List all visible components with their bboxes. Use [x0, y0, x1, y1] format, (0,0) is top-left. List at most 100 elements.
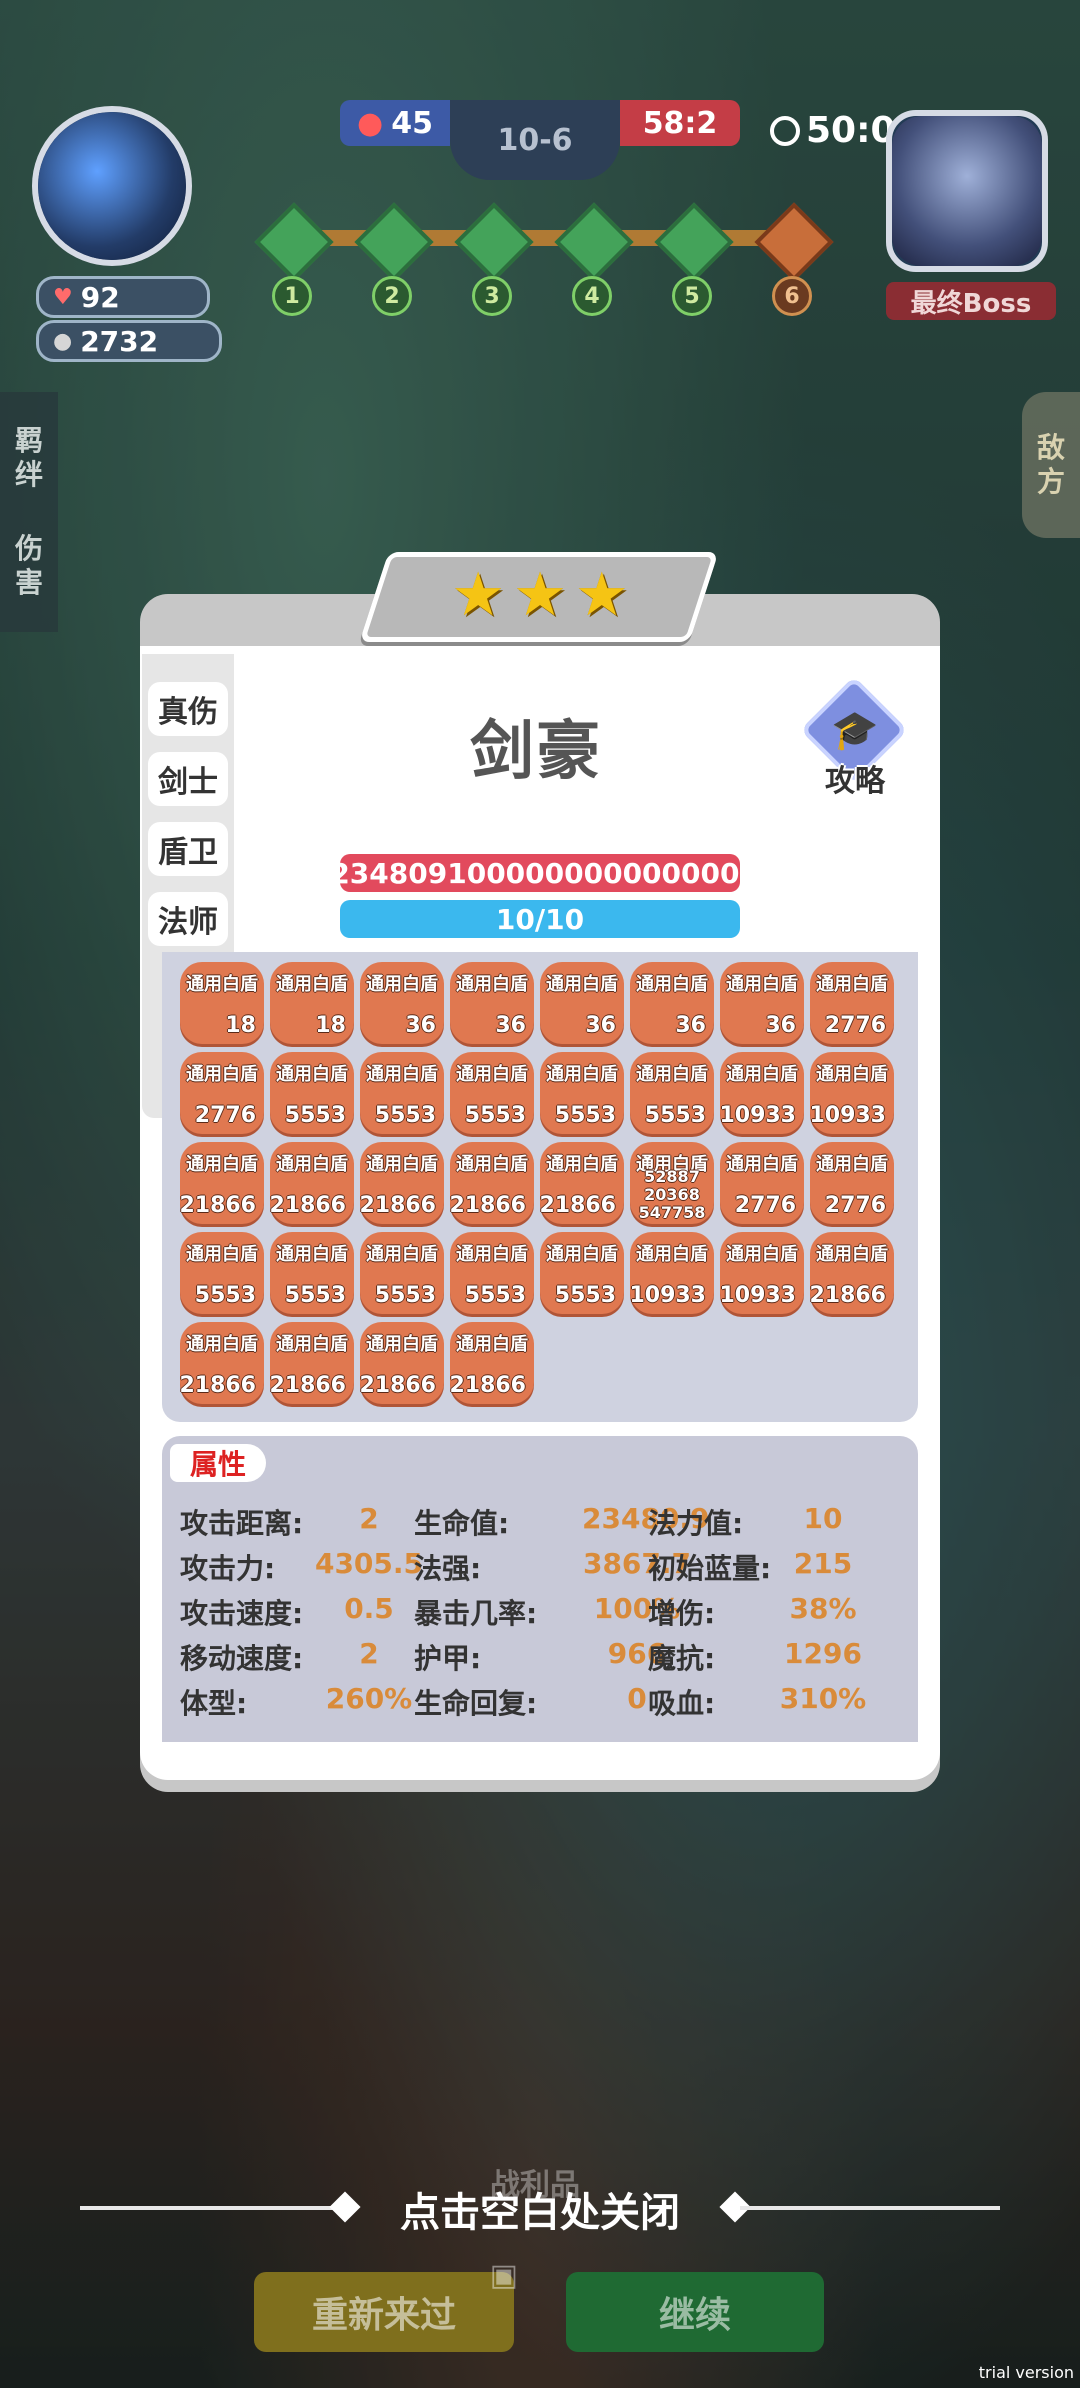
class-tag-swordsman[interactable]: 剑士 [148, 752, 228, 806]
equipment-item-value: 5553 [464, 1283, 526, 1308]
equipment-item-name: 通用白盾 [636, 1064, 708, 1085]
equipment-item[interactable]: 通用白盾 21866 [359, 1142, 444, 1224]
attribute-key: 生命值: [414, 1507, 510, 1540]
strategy-guide-label: 攻略 [825, 764, 885, 799]
equipment-item-name: 通用白盾 [456, 974, 528, 995]
equipment-item[interactable]: 通用白盾 18 [270, 962, 354, 1044]
equipment-item[interactable]: 通用白盾 21866 [269, 1322, 354, 1404]
player-avatar[interactable] [32, 106, 192, 266]
equipment-item[interactable]: 通用白盾 5553 [270, 1232, 354, 1314]
attribute-entry: 增伤: 38% [648, 1592, 878, 1632]
equipment-item-value: 5553 [284, 1283, 346, 1308]
player-hp-chip: ♥ 92 [36, 276, 210, 318]
equipment-item[interactable]: 通用白盾 5553 [540, 1052, 624, 1134]
class-tag-true-damage[interactable]: 真伤 [148, 682, 228, 736]
equipment-item[interactable]: 通用白盾 36 [360, 962, 444, 1044]
bonds-tab[interactable]: 羁 绊 伤 害 [0, 392, 58, 632]
progress-node-number: 2 [372, 276, 412, 316]
player-hp-value: 92 [80, 280, 120, 314]
heart-icon: ♥ [53, 284, 73, 310]
continue-button[interactable]: 继续 [566, 2272, 824, 2352]
equipment-item-value: 21866 [179, 1193, 256, 1218]
hint-divider-right [740, 2206, 1000, 2210]
hero-name: 剑豪 [470, 715, 602, 789]
enemy-tab[interactable]: 敌 方 [1022, 392, 1080, 538]
equipment-item-name: 通用白盾 [276, 1154, 348, 1175]
attribute-key: 法强: [414, 1552, 482, 1585]
equipment-item[interactable]: 通用白盾 52887 20368 547758 [630, 1142, 714, 1224]
attribute-entry: 攻击速度: 0.5 [180, 1592, 410, 1632]
attribute-value: 2 [359, 1637, 379, 1670]
equipment-item[interactable]: 通用白盾 21866 [179, 1142, 264, 1224]
attribute-value: 0.5 [344, 1592, 394, 1625]
equipment-item[interactable]: 通用白盾 5553 [450, 1052, 534, 1134]
graduation-cap-icon: 🎓 [831, 708, 879, 752]
equipment-item[interactable]: 通用白盾 2776 [810, 962, 894, 1044]
attribute-value: 215 [793, 1547, 853, 1580]
attribute-entry: 暴击几率: 100% [414, 1592, 680, 1632]
equipment-item[interactable]: 通用白盾 5553 [450, 1232, 534, 1314]
equipment-item[interactable]: 通用白盾 2776 [180, 1052, 264, 1134]
class-tag-guardian[interactable]: 盾卫 [148, 822, 228, 876]
equipment-item[interactable]: 通用白盾 36 [630, 962, 714, 1044]
equipment-item[interactable]: 通用白盾 10933 [719, 1052, 804, 1134]
equipment-item-name: 通用白盾 [186, 974, 258, 995]
equipment-item[interactable]: 通用白盾 2776 [720, 1142, 804, 1224]
equipment-item[interactable]: 通用白盾 5553 [630, 1052, 714, 1134]
equipment-item[interactable]: 通用白盾 10933 [719, 1232, 804, 1314]
equipment-item[interactable]: 通用白盾 5553 [180, 1232, 264, 1314]
equipment-item[interactable]: 通用白盾 21866 [539, 1142, 624, 1224]
attribute-value: 10 [803, 1502, 843, 1535]
trial-watermark: trial version [978, 2363, 1074, 2382]
equipment-item[interactable]: 通用白盾 10933 [629, 1232, 714, 1314]
boss-avatar[interactable] [886, 110, 1048, 272]
equipment-item[interactable]: 通用白盾 5553 [360, 1232, 444, 1314]
equipment-item-value: 5553 [644, 1103, 706, 1128]
equipment-item[interactable]: 通用白盾 18 [180, 962, 264, 1044]
bonds-tab-char: 羁 [14, 424, 43, 457]
class-tag-mage[interactable]: 法师 [148, 892, 228, 946]
equipment-item-name: 通用白盾 [366, 1064, 438, 1085]
equipment-item[interactable]: 通用白盾 36 [720, 962, 804, 1044]
attribute-key: 攻击力: [180, 1552, 276, 1585]
equipment-item[interactable]: 通用白盾 21866 [449, 1142, 534, 1224]
progress-node-number: 4 [572, 276, 612, 316]
retry-button[interactable]: 重新来过 ▣ [254, 2258, 518, 2352]
equipment-item[interactable]: 通用白盾 2776 [810, 1142, 894, 1224]
equipment-item-value: 18 [315, 1013, 346, 1038]
equipment-item[interactable]: 通用白盾 21866 [809, 1232, 894, 1314]
equipment-item[interactable]: 通用白盾 5553 [360, 1052, 444, 1134]
equipment-item[interactable]: 通用白盾 10933 [809, 1052, 894, 1134]
right-score: 58:2 [620, 100, 740, 146]
equipment-item-name: 通用白盾 [276, 1334, 348, 1355]
attribute-value: 38% [789, 1592, 857, 1625]
attribute-key: 增伤: [648, 1597, 716, 1630]
equipment-item-value: 21866 [269, 1193, 346, 1218]
equipment-item-overlay-values: 52887 20368 547758 [630, 1168, 714, 1222]
equipment-item-name: 通用白盾 [816, 1244, 888, 1265]
attribute-key: 暴击几率: [414, 1597, 538, 1630]
equipment-item-value: 5553 [194, 1283, 256, 1308]
equipment-item[interactable]: 通用白盾 36 [450, 962, 534, 1044]
attribute-key: 初始蓝量: [648, 1552, 772, 1585]
equipment-item[interactable]: 通用白盾 21866 [359, 1322, 444, 1404]
equipment-item-value: 10933 [809, 1103, 886, 1128]
equipment-item[interactable]: 通用白盾 21866 [179, 1322, 264, 1404]
attribute-key: 攻击速度: [180, 1597, 304, 1630]
enemy-tab-char: 方 [1036, 465, 1065, 498]
equipment-item[interactable]: 通用白盾 5553 [270, 1052, 354, 1134]
attribute-entry: 魔抗: 1296 [648, 1637, 878, 1677]
strategy-guide-button[interactable]: 🎓 攻略 [800, 676, 910, 799]
equipment-item[interactable]: 通用白盾 5553 [540, 1232, 624, 1314]
attribute-key: 体型: [180, 1687, 248, 1720]
attribute-key: 攻击距离: [180, 1507, 304, 1540]
equipment-item-value: 5553 [554, 1103, 616, 1128]
equipment-item[interactable]: 通用白盾 21866 [449, 1322, 534, 1404]
attribute-entry: 护甲: 966 [414, 1637, 666, 1677]
equipment-item[interactable]: 通用白盾 21866 [269, 1142, 354, 1224]
attribute-value: 260% [325, 1682, 413, 1715]
star-icon: ★ [574, 560, 629, 630]
attribute-key: 魔抗: [648, 1642, 716, 1675]
attribute-value: 310% [779, 1682, 867, 1715]
equipment-item[interactable]: 通用白盾 36 [540, 962, 624, 1044]
